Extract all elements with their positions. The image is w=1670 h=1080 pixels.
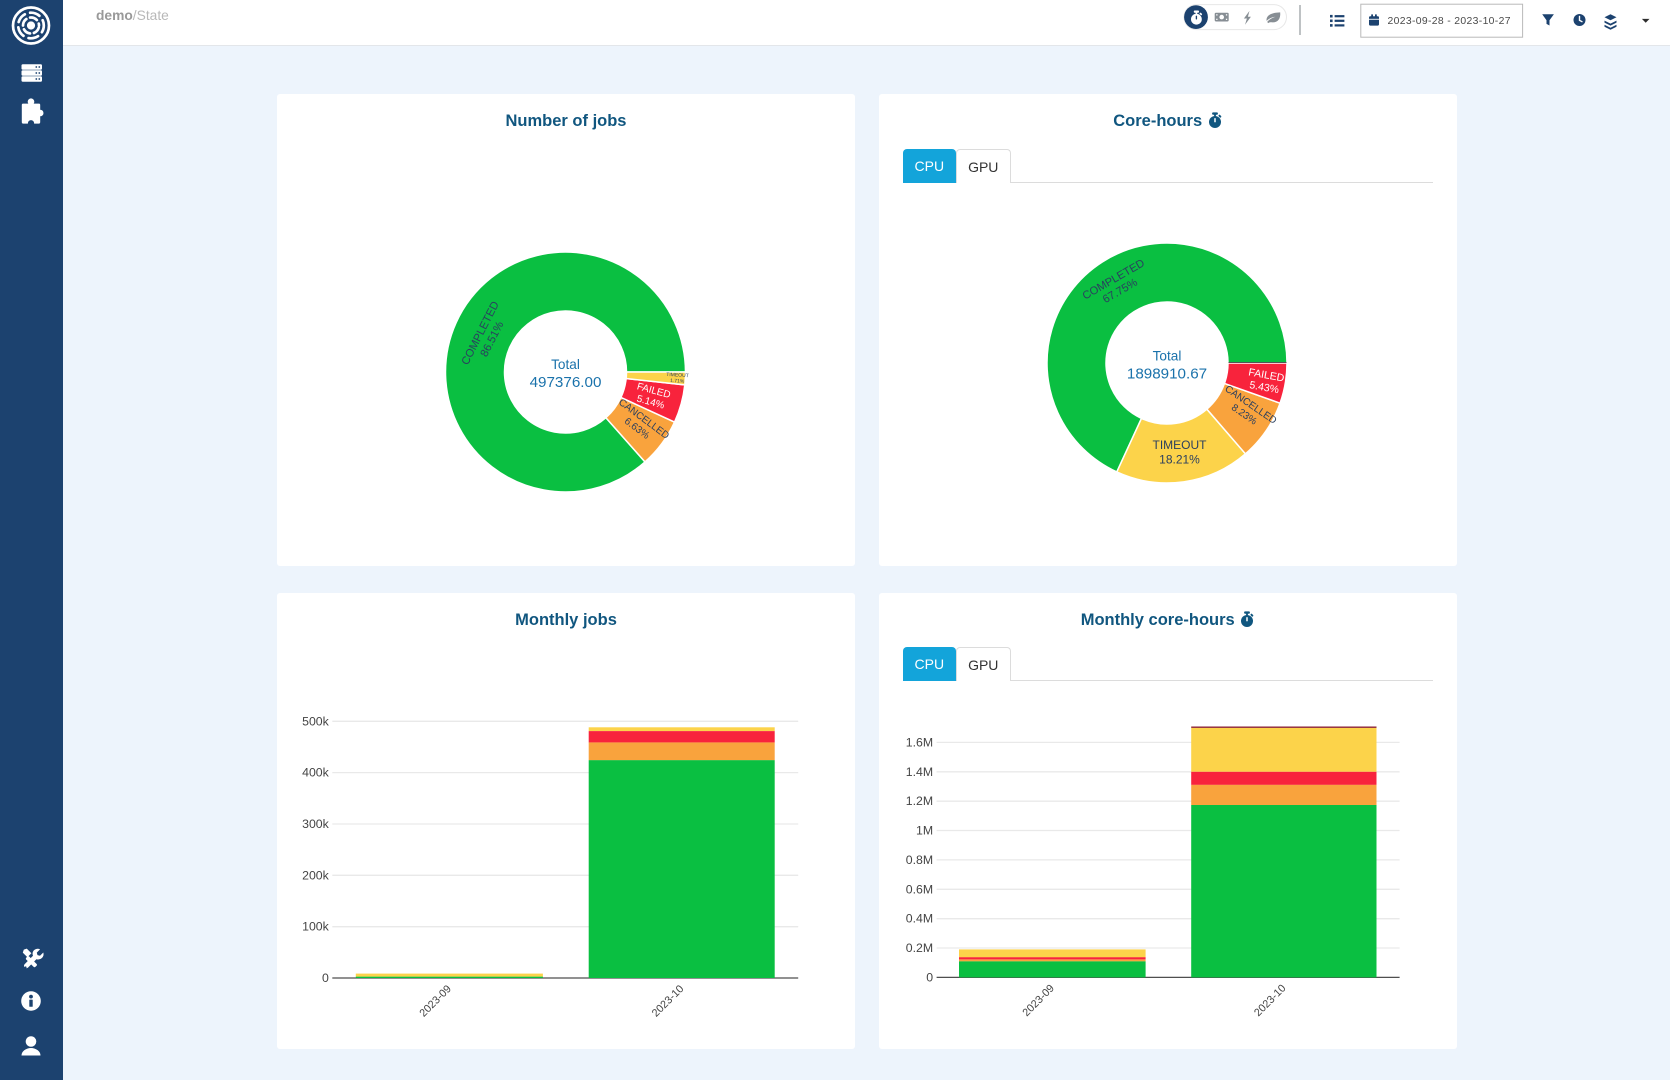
svg-text:2023-10: 2023-10 xyxy=(650,983,687,1020)
svg-text:Total: Total xyxy=(1153,348,1182,363)
svg-text:2023-10: 2023-10 xyxy=(1252,982,1289,1019)
svg-text:200k: 200k xyxy=(302,868,330,882)
svg-text:1.6M: 1.6M xyxy=(906,735,933,749)
svg-text:0.4M: 0.4M xyxy=(906,912,933,926)
svg-text:1.4M: 1.4M xyxy=(906,765,933,779)
svg-text:2023-09: 2023-09 xyxy=(417,983,454,1020)
svg-text:300k: 300k xyxy=(302,817,330,831)
svg-text:Total: Total xyxy=(551,357,580,372)
svg-text:1.2M: 1.2M xyxy=(906,794,933,808)
svg-text:1M: 1M xyxy=(916,824,933,838)
svg-text:500k: 500k xyxy=(302,714,330,728)
svg-text:TIMEOUT: TIMEOUT xyxy=(1153,438,1208,452)
svg-text:2023-09-28 - 2023-10-27: 2023-09-28 - 2023-10-27 xyxy=(1388,16,1511,27)
svg-text:1.71%: 1.71% xyxy=(670,378,685,385)
svg-text:0: 0 xyxy=(926,970,933,984)
svg-text:1898910.67: 1898910.67 xyxy=(1127,365,1207,382)
svg-text:0.2M: 0.2M xyxy=(906,941,933,955)
svg-text:0.6M: 0.6M xyxy=(906,882,933,896)
svg-text:100k: 100k xyxy=(302,920,330,934)
svg-text:0.8M: 0.8M xyxy=(906,853,933,867)
svg-text:400k: 400k xyxy=(302,766,330,780)
svg-text:18.21%: 18.21% xyxy=(1159,452,1200,466)
svg-text:2023-09: 2023-09 xyxy=(1020,982,1057,1019)
svg-text:0: 0 xyxy=(322,971,329,985)
svg-text:497376.00: 497376.00 xyxy=(530,374,602,391)
